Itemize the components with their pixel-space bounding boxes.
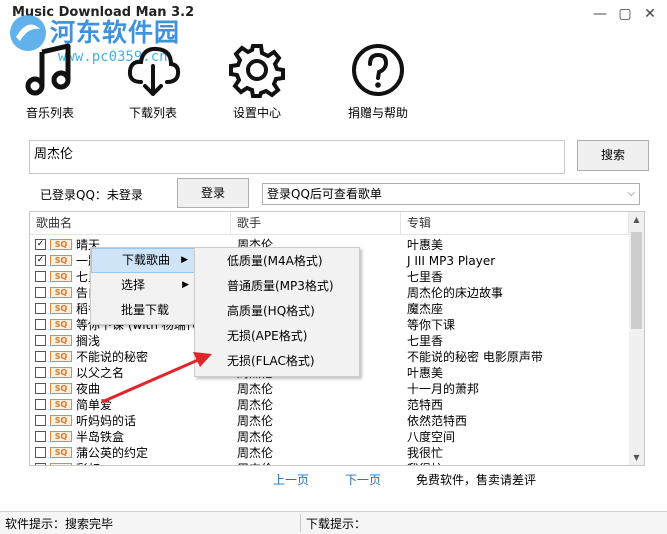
software-status: 软件提示：搜索完毕 — [5, 517, 114, 531]
download-status: 下载提示： — [306, 517, 367, 531]
next-page-link[interactable]: 下一页 — [345, 471, 381, 488]
free-software-note: 免费软件，售卖请差评 — [416, 473, 537, 487]
prev-page-link[interactable]: 上一页 — [273, 471, 309, 488]
annotation-arrow-icon — [101, 352, 212, 404]
status-divider — [300, 514, 301, 532]
status-bar: 软件提示：搜索完毕 下载提示： — [0, 511, 667, 534]
